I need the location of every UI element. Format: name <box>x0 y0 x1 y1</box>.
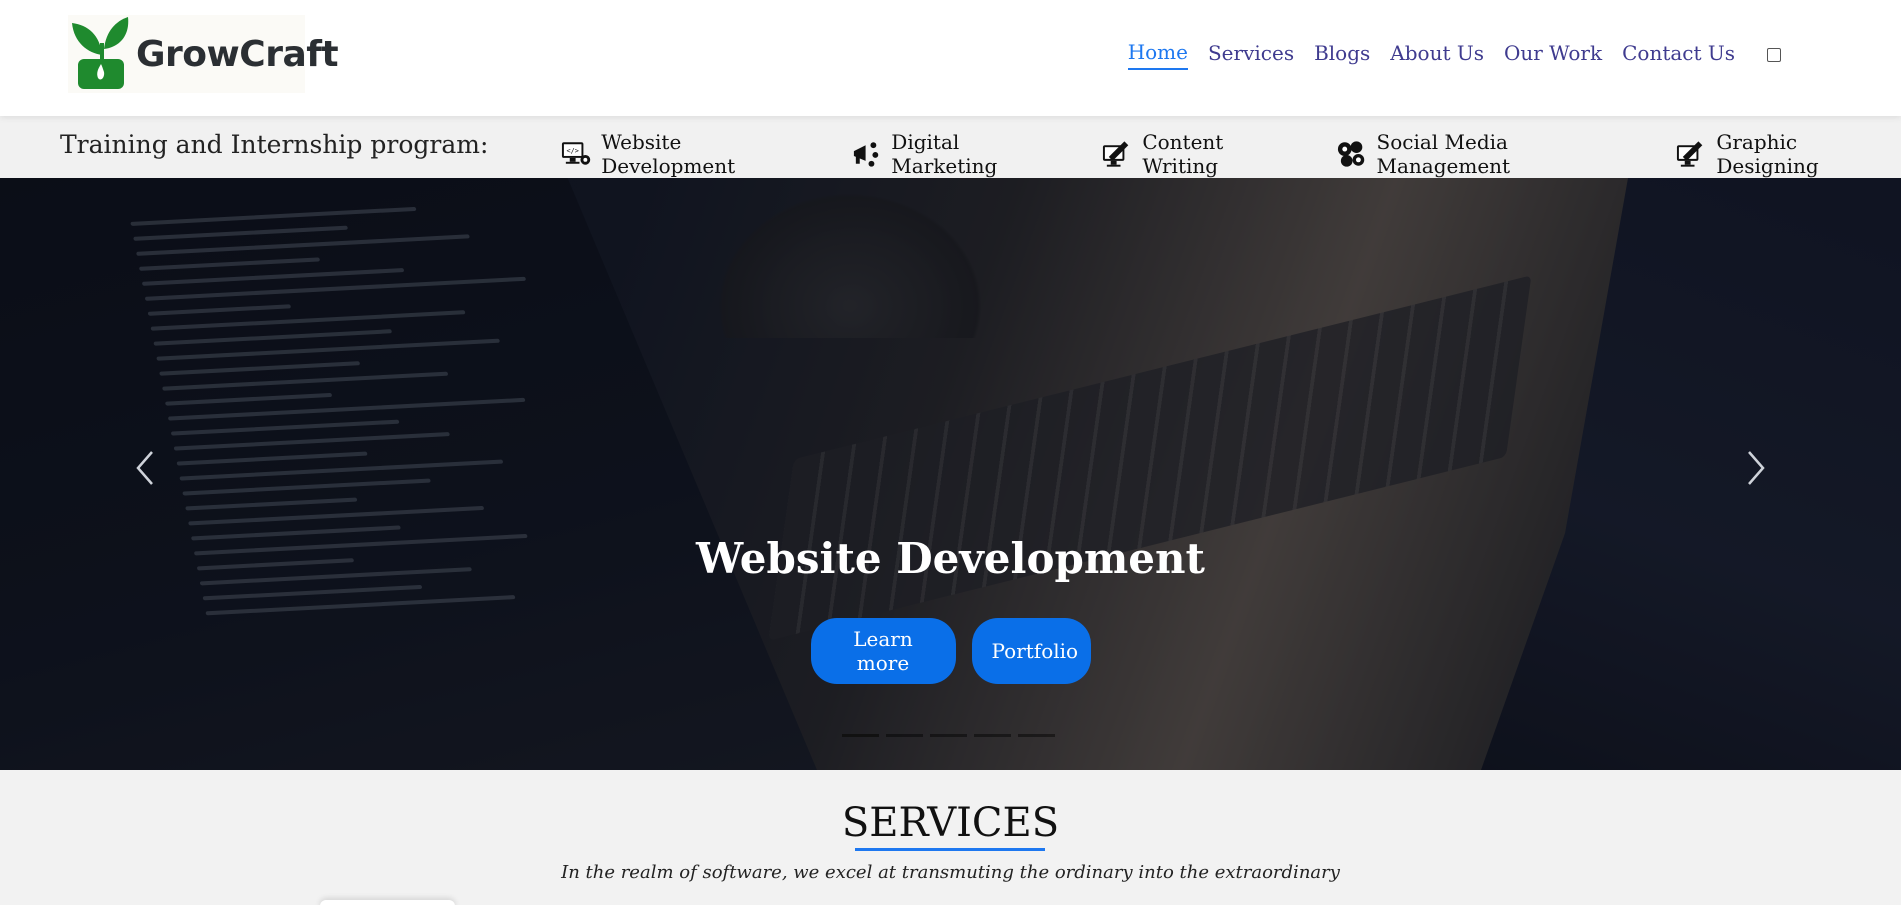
chevron-left-icon <box>136 451 153 485</box>
monitor-code-icon: </> <box>561 142 591 165</box>
program-social-media-management[interactable]: Social Media Management <box>1335 130 1641 178</box>
hero-buttons: Learn more Portfolio <box>0 618 1901 684</box>
program-content-writing[interactable]: Content Writing <box>1101 130 1301 178</box>
site-header: GrowCraft Home Services Blogs About Us O… <box>0 0 1901 116</box>
nav-blogs[interactable]: Blogs <box>1314 41 1370 69</box>
logo[interactable]: GrowCraft <box>68 15 339 93</box>
carousel-indicator-4[interactable] <box>974 734 1011 737</box>
services-heading: SERVICES <box>841 800 1060 846</box>
sprout-logo-icon <box>68 15 136 93</box>
program-label: Social Media Management <box>1376 130 1511 178</box>
theme-toggle-checkbox[interactable] <box>1767 48 1781 62</box>
svg-text:</>: </> <box>567 147 579 155</box>
carousel-indicator-3[interactable] <box>930 734 967 737</box>
nav-about-us[interactable]: About Us <box>1390 41 1484 69</box>
program-website-development[interactable]: </> Website Development <box>560 130 816 178</box>
monitor-pen-icon <box>1103 141 1129 167</box>
program-label: Website Development <box>601 130 736 178</box>
program-label: Graphic Designing <box>1716 130 1819 178</box>
training-label: Training and Internship program: <box>60 130 489 159</box>
service-card[interactable] <box>320 900 455 905</box>
nav-services[interactable]: Services <box>1208 41 1294 69</box>
program-list: </> Website Development Digital Marketin… <box>560 130 1901 178</box>
program-digital-marketing[interactable]: Digital Marketing <box>850 130 1067 178</box>
program-graphic-designing[interactable]: Graphic Designing <box>1675 130 1901 178</box>
hero-title: Website Development <box>696 534 1205 583</box>
carousel-prev-button[interactable] <box>130 448 160 488</box>
services-heading-underline <box>855 848 1045 851</box>
learn-more-button[interactable]: Learn more <box>810 618 956 684</box>
program-label: Content Writing <box>1142 130 1224 178</box>
main-nav: Home Services Blogs About Us Our Work Co… <box>1127 40 1781 70</box>
nav-contact-us[interactable]: Contact Us <box>1622 41 1735 69</box>
megaphone-icon <box>854 142 879 167</box>
program-label: Digital Marketing <box>891 130 998 178</box>
carousel-indicator-1[interactable] <box>842 734 879 737</box>
services-subtitle: In the realm of software, we excel at tr… <box>561 862 1340 883</box>
monitor-pen-icon <box>1677 141 1703 167</box>
nav-home[interactable]: Home <box>1127 40 1188 70</box>
social-network-icon <box>1338 141 1365 167</box>
training-bar: Training and Internship program: </> Web… <box>0 116 1901 178</box>
chevron-right-icon <box>1748 451 1765 485</box>
hero-carousel: Website Development Learn more Portfolio <box>0 178 1901 770</box>
carousel-indicator-5[interactable] <box>1018 734 1055 737</box>
services-section: SERVICES In the realm of software, we ex… <box>0 770 1901 905</box>
carousel-indicator-2[interactable] <box>886 734 923 737</box>
logo-text: GrowCraft <box>136 33 339 75</box>
carousel-indicators <box>842 734 1055 737</box>
carousel-next-button[interactable] <box>1741 448 1771 488</box>
portfolio-button[interactable]: Portfolio <box>971 618 1091 684</box>
nav-our-work[interactable]: Our Work <box>1504 41 1602 69</box>
